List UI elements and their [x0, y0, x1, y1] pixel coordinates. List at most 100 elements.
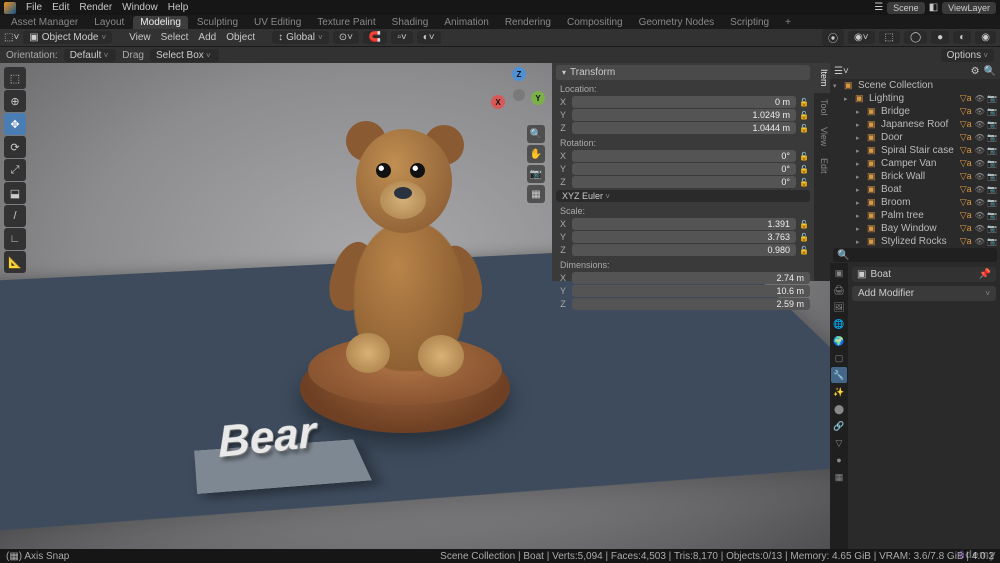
shading-solid[interactable]: ●: [931, 31, 949, 44]
orientation-dropdown[interactable]: Default: [64, 49, 117, 62]
props-tab-physics[interactable]: ⬤: [831, 401, 847, 417]
rotation-z-field[interactable]: 0°: [572, 176, 796, 188]
props-tab-constraints[interactable]: 🔗: [831, 418, 847, 434]
tab-scripting[interactable]: Scripting: [723, 16, 776, 29]
outliner-item[interactable]: ▸▣Boat▽a👁 📷: [830, 183, 1000, 196]
scene-dropdown[interactable]: Scene: [887, 2, 925, 14]
outliner-item[interactable]: ▸▣Bridge▽a👁 📷: [830, 105, 1000, 118]
rotation-mode-dropdown[interactable]: XYZ Euler: [556, 190, 810, 202]
header-menu-add[interactable]: Add: [195, 32, 219, 43]
shading-material[interactable]: ◐: [953, 31, 971, 44]
outliner-item[interactable]: ▸▣Spiral Stair case▽a👁 📷: [830, 144, 1000, 157]
lock-icon[interactable]: 🔓: [798, 233, 810, 242]
lock-icon[interactable]: 🔓: [798, 178, 810, 187]
scale-x-field[interactable]: 1.391: [572, 218, 796, 230]
tool-select-box[interactable]: ⬚: [4, 67, 26, 89]
lock-icon[interactable]: 🔓: [798, 98, 810, 107]
outliner-scene-collection[interactable]: ▾▣Scene Collection: [830, 79, 1000, 92]
tool-annotate[interactable]: /: [4, 205, 26, 227]
perspective-button[interactable]: ▦: [527, 185, 545, 203]
tab-modeling[interactable]: Modeling: [133, 16, 188, 29]
props-tab-viewlayer[interactable]: 🖼: [831, 299, 847, 315]
pivot-dropdown[interactable]: ⊙˅: [333, 31, 359, 44]
outliner-item[interactable]: ▸▣Brick Wall▽a👁 📷: [830, 170, 1000, 183]
props-tab-texture[interactable]: ▦: [831, 469, 847, 485]
filter-icon[interactable]: ⚙: [971, 66, 980, 77]
proportional-edit-toggle[interactable]: ◐˅: [417, 31, 441, 44]
outliner-item[interactable]: ▸▣Camper Van▽a👁 📷: [830, 157, 1000, 170]
tool-move[interactable]: ✥: [4, 113, 26, 135]
menu-window[interactable]: Window: [122, 2, 158, 13]
add-modifier-dropdown[interactable]: Add Modifier: [852, 286, 996, 301]
outliner-item[interactable]: ▸▣Bay Window▽a👁 📷: [830, 222, 1000, 235]
mode-dropdown[interactable]: ▣Object Mode: [23, 31, 112, 44]
n-tab-tool[interactable]: Tool: [814, 93, 830, 122]
n-tab-view[interactable]: View: [814, 121, 830, 152]
gizmo-x-axis[interactable]: X: [491, 95, 505, 109]
camera-button[interactable]: 📷: [527, 165, 545, 183]
tab-animation[interactable]: Animation: [437, 16, 495, 29]
shading-wireframe[interactable]: ◯: [904, 31, 927, 44]
outliner-item[interactable]: ▸▣Door▽a👁 📷: [830, 131, 1000, 144]
tab-sculpting[interactable]: Sculpting: [190, 16, 245, 29]
tab-layout[interactable]: Layout: [87, 16, 131, 29]
location-y-field[interactable]: 1.0249 m: [572, 109, 796, 121]
outliner-editor-icon[interactable]: ☰˅: [834, 66, 849, 77]
outliner-item[interactable]: ▸▣Lighting▽a👁 📷: [830, 92, 1000, 105]
dim-z-field[interactable]: 2.59 m: [572, 298, 810, 310]
props-tab-object[interactable]: ▢: [831, 350, 847, 366]
search-icon[interactable]: 🔍: [984, 66, 996, 77]
blender-logo-icon[interactable]: [4, 2, 16, 14]
tool-scale[interactable]: ⤢: [4, 159, 26, 181]
dim-x-field[interactable]: 2.74 m: [572, 272, 810, 284]
pan-button[interactable]: ✋: [527, 145, 545, 163]
overlay-toggle[interactable]: ◉˅: [848, 31, 875, 44]
tab-rendering[interactable]: Rendering: [498, 16, 558, 29]
outliner-item[interactable]: ▸▣Palm tree▽a👁 📷: [830, 209, 1000, 222]
menu-file[interactable]: File: [26, 2, 42, 13]
tool-rotate[interactable]: ⟳: [4, 136, 26, 158]
lock-icon[interactable]: 🔓: [798, 220, 810, 229]
transform-orientation-dropdown[interactable]: ↕Global: [272, 31, 329, 44]
outliner-item[interactable]: ▸▣Broom▽a👁 📷: [830, 196, 1000, 209]
props-tab-modifier[interactable]: 🔧: [831, 367, 847, 383]
dim-y-field[interactable]: 10.6 m: [572, 285, 810, 297]
props-tab-particles[interactable]: ✨: [831, 384, 847, 400]
menu-edit[interactable]: Edit: [52, 2, 69, 13]
zoom-button[interactable]: 🔍: [527, 125, 545, 143]
scale-y-field[interactable]: 3.763: [572, 231, 796, 243]
outliner-search-input[interactable]: [853, 250, 993, 260]
header-menu-view[interactable]: View: [126, 32, 154, 43]
lock-icon[interactable]: 🔓: [798, 152, 810, 161]
props-tab-scene[interactable]: 🌐: [831, 316, 847, 332]
header-menu-select[interactable]: Select: [158, 32, 192, 43]
lock-icon[interactable]: 🔓: [798, 124, 810, 133]
props-tab-material[interactable]: ●: [831, 452, 847, 468]
props-tab-world[interactable]: 🌍: [831, 333, 847, 349]
tab-uv-editing[interactable]: UV Editing: [247, 16, 308, 29]
tool-measure[interactable]: ∟: [4, 228, 26, 250]
overlay-gizmo-toggle[interactable]: ⦿: [822, 29, 844, 46]
menu-render[interactable]: Render: [79, 2, 112, 13]
drag-action-dropdown[interactable]: Select Box: [150, 49, 219, 62]
transform-panel-header[interactable]: Transform: [556, 65, 810, 80]
lock-icon[interactable]: 🔓: [798, 165, 810, 174]
navigation-gizmo[interactable]: Z X Y: [493, 69, 545, 121]
outliner-tree[interactable]: ▾▣Scene Collection ▸▣Lighting▽a👁 📷▸▣Brid…: [830, 79, 1000, 247]
tab-asset-manager[interactable]: Asset Manager: [4, 16, 85, 29]
xray-toggle[interactable]: ⬚: [879, 31, 900, 44]
gizmo-z-axis[interactable]: Z: [512, 67, 526, 81]
props-tab-render[interactable]: ▣: [831, 265, 847, 281]
tool-cursor[interactable]: ⊕: [4, 90, 26, 112]
scale-z-field[interactable]: 0.980: [572, 244, 796, 256]
location-z-field[interactable]: 1.0444 m: [572, 122, 796, 134]
options-dropdown[interactable]: Options: [941, 49, 994, 62]
props-tab-output[interactable]: 🖨: [831, 282, 847, 298]
tab-compositing[interactable]: Compositing: [560, 16, 630, 29]
viewlayer-dropdown[interactable]: ViewLayer: [942, 2, 996, 14]
props-tab-mesh[interactable]: ▽: [831, 435, 847, 451]
3d-viewport[interactable]: ⬚ ⊕ ✥ ⟳ ⤢ ⬓ / ∟ 📐 Bear Z X: [0, 63, 830, 549]
header-menu-object[interactable]: Object: [223, 32, 258, 43]
rotation-x-field[interactable]: 0°: [572, 150, 796, 162]
menu-help[interactable]: Help: [168, 2, 189, 13]
